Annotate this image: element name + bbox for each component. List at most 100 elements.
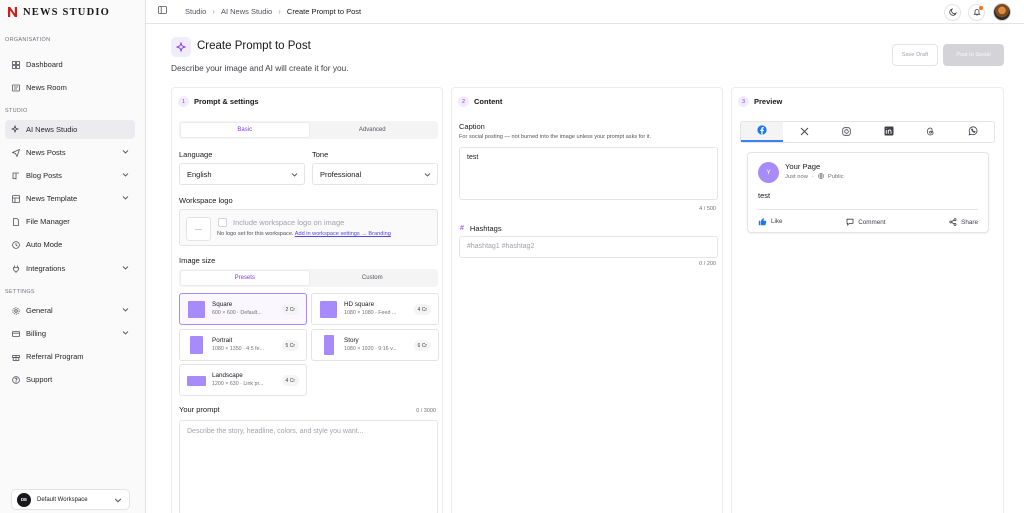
like-button[interactable]: Like: [758, 217, 783, 226]
branding-settings-link[interactable]: Add in workspace settings → Branding: [295, 231, 391, 237]
theme-toggle-button[interactable]: [944, 4, 961, 21]
whatsapp-icon: [968, 126, 978, 138]
breadcrumb-ai-news-studio[interactable]: AI News Studio: [221, 7, 272, 16]
share-button[interactable]: Share: [949, 218, 978, 226]
brand-name: NEWS STUDIO: [23, 6, 111, 18]
notifications-button[interactable]: [968, 4, 985, 21]
tab-whatsapp[interactable]: [952, 122, 994, 142]
preset-portrait[interactable]: Portrait 1080 × 1350 · 4:5 fe... 5 Cr: [179, 329, 307, 361]
sidebar-item-label: News Template: [26, 194, 78, 203]
tab-linkedin[interactable]: [868, 122, 910, 142]
preset-landscape[interactable]: Landscape 1200 × 630 · Link pr... 4 Cr: [179, 364, 307, 396]
workspace-logo-label: Workspace logo: [179, 196, 233, 205]
workspace-logo-box: — Include workspace logo on image No log…: [179, 209, 438, 246]
tab-basic[interactable]: Basic: [181, 123, 309, 137]
sidebar-item-general[interactable]: General: [5, 301, 135, 320]
size-tabs: Presets Custom: [179, 269, 438, 287]
sidebar-item-auto-mode[interactable]: Auto Mode: [5, 235, 135, 254]
include-logo-label: Include workspace logo on image: [233, 218, 345, 227]
like-label: Like: [771, 218, 783, 225]
sidebar-item-support[interactable]: Support: [5, 370, 135, 389]
sidebar-item-label: AI News Studio: [26, 125, 78, 134]
panel-header: 2 Content: [458, 96, 502, 107]
logo-note-text: No logo set for this workspace.: [217, 231, 294, 237]
tab-x[interactable]: [783, 122, 825, 142]
sidebar-item-news-posts[interactable]: News Posts: [5, 143, 135, 162]
post-preview-card: Y Your Page Just now · Public test Like …: [747, 152, 989, 233]
tab-custom[interactable]: Custom: [309, 271, 437, 285]
page-avatar: Y: [758, 162, 779, 183]
save-draft-button[interactable]: Save Draft: [892, 44, 938, 66]
moon-icon: [948, 7, 957, 18]
mode-tabs: Basic Advanced: [179, 121, 438, 139]
include-logo-checkbox[interactable]: Include workspace logo on image: [218, 218, 344, 227]
sidebar-item-ai-news-studio[interactable]: AI News Studio: [5, 120, 135, 139]
comment-button[interactable]: Comment: [846, 218, 886, 226]
facebook-icon: [757, 125, 767, 137]
preset-hd-square[interactable]: HD square 1080 × 1080 · Feed ... 4 Cr: [311, 293, 439, 325]
sidebar-item-integrations[interactable]: Integrations: [5, 259, 135, 278]
sidebar-item-label: File Manager: [26, 217, 70, 226]
share-icon: [949, 218, 957, 226]
hashtags-input[interactable]: #hashtag1 #hashtag2: [459, 236, 718, 258]
thumbs-up-icon: [758, 217, 767, 226]
caption-note: For social posting — not burned into the…: [459, 134, 652, 140]
sidebar-item-file-manager[interactable]: File Manager: [5, 212, 135, 231]
post-actions: Like Comment Share: [758, 209, 978, 226]
sidebar-toggle-icon[interactable]: [158, 6, 167, 16]
sidebar-item-label: Integrations: [26, 264, 66, 273]
preset-name: Square: [212, 301, 233, 308]
tab-instagram[interactable]: [825, 122, 867, 142]
prompt-placeholder: Describe the story, headline, colors, an…: [187, 428, 364, 435]
sidebar-item-dashboard[interactable]: Dashboard: [5, 55, 135, 74]
preset-square[interactable]: Square 600 × 600 · Default... 2 Cr: [179, 293, 307, 325]
tab-threads[interactable]: [910, 122, 952, 142]
tone-select[interactable]: Professional: [312, 163, 438, 185]
workspace-switcher[interactable]: DE Default Workspace: [11, 489, 130, 510]
sidebar-item-news-template[interactable]: News Template: [5, 189, 135, 208]
caption-textarea[interactable]: test: [459, 147, 718, 200]
preset-name: Story: [344, 337, 359, 344]
panel-title: Preview: [754, 97, 783, 106]
preset-story[interactable]: Story 1080 × 1920 · 9:16 v... 6 Cr: [311, 329, 439, 361]
top-bar: Studio › AI News Studio › Create Prompt …: [146, 0, 1024, 24]
logo-placeholder: —: [186, 217, 211, 241]
chevron-down-icon: [122, 148, 129, 157]
chevron-down-icon: [122, 171, 129, 180]
caption-counter: 4 / 500: [699, 206, 716, 212]
prompt-textarea[interactable]: Describe the story, headline, colors, an…: [179, 420, 438, 513]
comment-label: Comment: [858, 218, 886, 226]
preset-name: Landscape: [212, 372, 243, 379]
sidebar-item-label: Referral Program: [26, 352, 84, 361]
prompt-label: Your prompt: [179, 405, 220, 414]
sidebar-item-blog-posts[interactable]: Blog Posts: [5, 166, 135, 185]
sidebar-item-billing[interactable]: Billing: [5, 324, 135, 343]
chevron-down-icon: [122, 329, 129, 338]
chevron-down-icon: [122, 194, 129, 203]
landscape-thumb: [187, 376, 206, 386]
chevron-down-icon: [291, 171, 298, 180]
brand-logo[interactable]: NEWS STUDIO: [7, 5, 110, 19]
breadcrumb-current: Create Prompt to Post: [286, 6, 362, 16]
tab-presets[interactable]: Presets: [181, 271, 309, 285]
hashtags-placeholder: #hashtag1 #hashtag2: [467, 243, 535, 250]
tab-facebook[interactable]: [741, 122, 784, 142]
language-select[interactable]: English: [179, 163, 305, 185]
post-meta: Just now · Public: [785, 173, 844, 181]
credit-badge: 5 Cr: [281, 340, 299, 351]
checkbox-icon: [218, 218, 227, 227]
sidebar-item-news-room[interactable]: News Room: [5, 78, 135, 97]
plug-icon: [11, 264, 20, 273]
section-label-organisation: ORGANISATION: [5, 37, 51, 43]
tab-advanced[interactable]: Advanced: [309, 123, 437, 137]
instagram-icon: [842, 126, 851, 138]
sidebar-item-label: Auto Mode: [26, 240, 63, 249]
sidebar-item-referral-program[interactable]: Referral Program: [5, 347, 135, 366]
square-thumb: [188, 301, 205, 318]
preset-desc: 600 × 600 · Default...: [212, 310, 262, 316]
breadcrumb-studio[interactable]: Studio: [185, 7, 206, 16]
user-avatar[interactable]: [993, 3, 1011, 21]
page-title: Create Prompt to Post: [197, 40, 311, 52]
post-to-social-button[interactable]: Post to Social: [943, 44, 1004, 66]
preset-desc: 1200 × 630 · Link pr...: [212, 381, 264, 387]
